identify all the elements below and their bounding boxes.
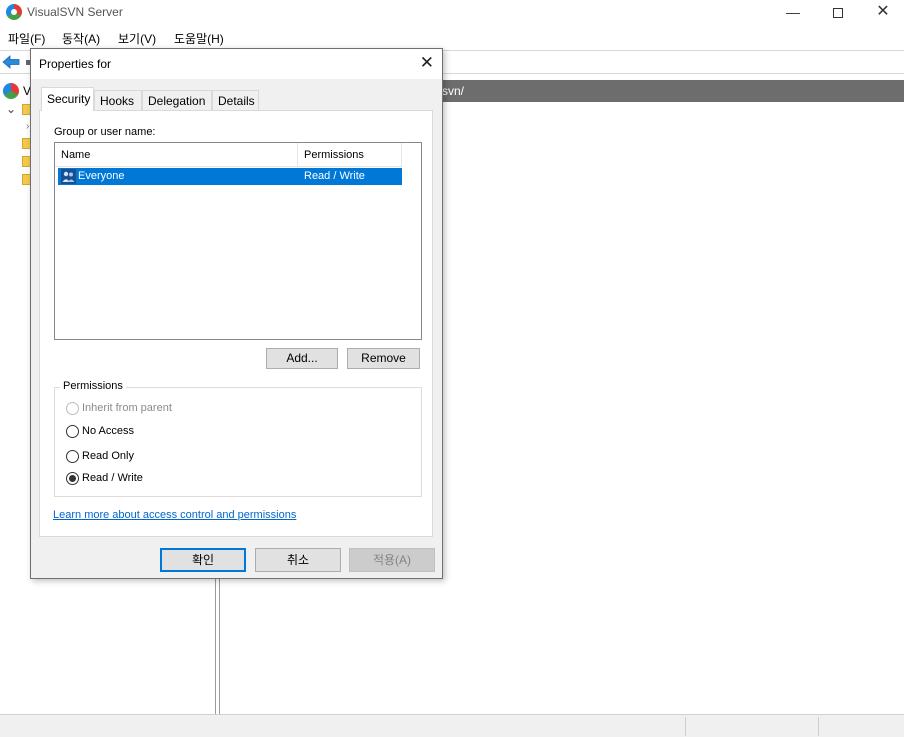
collapse-arrow-icon[interactable]: › bbox=[26, 121, 29, 132]
list-item[interactable]: Everyone Read / Write bbox=[58, 168, 402, 185]
content-path: svn/ bbox=[442, 84, 465, 98]
learn-more-link[interactable]: Learn more about access control and perm… bbox=[53, 509, 296, 521]
tab-details[interactable]: Details bbox=[212, 90, 259, 111]
menu-action[interactable]: 동작(A) bbox=[62, 30, 100, 47]
dialog-title: Properties for bbox=[39, 57, 112, 71]
apply-button: 적용(A) bbox=[349, 548, 435, 572]
server-icon bbox=[3, 83, 19, 99]
add-button[interactable]: Add... bbox=[266, 348, 338, 369]
radio-label[interactable]: Read Only bbox=[82, 450, 134, 462]
tab-delegation[interactable]: Delegation bbox=[142, 90, 212, 111]
maximize-button[interactable] bbox=[815, 0, 861, 26]
radio-button[interactable] bbox=[66, 425, 79, 438]
cancel-button[interactable]: 취소 bbox=[255, 548, 341, 572]
properties-dialog: Properties for ✕ Security Hooks Delegati… bbox=[30, 48, 443, 579]
list-item-permission: Read / Write bbox=[304, 170, 365, 182]
expand-chevron-icon[interactable]: ⌄ bbox=[6, 102, 16, 116]
menu-view[interactable]: 보기(V) bbox=[118, 30, 156, 47]
minimize-button[interactable]: — bbox=[770, 0, 816, 26]
status-bar bbox=[0, 714, 904, 737]
radio-button[interactable] bbox=[66, 472, 79, 485]
dialog-titlebar: Properties for ✕ bbox=[31, 49, 442, 79]
close-window-button[interactable]: ✕ bbox=[860, 0, 904, 26]
radio-label[interactable]: No Access bbox=[82, 425, 134, 437]
list-header: Name Permissions bbox=[55, 143, 402, 167]
remove-button[interactable]: Remove bbox=[347, 348, 420, 369]
menu-file[interactable]: 파일(F) bbox=[8, 30, 45, 47]
tab-hooks[interactable]: Hooks bbox=[94, 90, 142, 111]
security-tab-panel: Group or user name: Name Permissions Eve… bbox=[39, 110, 433, 537]
tab-security[interactable]: Security bbox=[41, 87, 94, 111]
maximize-icon bbox=[833, 8, 843, 19]
radio-label[interactable]: Read / Write bbox=[82, 472, 143, 484]
permissions-group: Permissions Inherit from parent No Acces… bbox=[54, 380, 422, 497]
content-header-bar: svn/ bbox=[442, 80, 904, 102]
status-divider bbox=[818, 717, 819, 736]
menu-help[interactable]: 도움말(H) bbox=[174, 30, 224, 47]
group-or-user-label: Group or user name: bbox=[54, 126, 156, 138]
status-divider bbox=[685, 717, 686, 736]
column-header-permissions[interactable]: Permissions bbox=[298, 143, 402, 167]
permissions-group-title: Permissions bbox=[60, 380, 126, 392]
column-header-name[interactable]: Name bbox=[55, 143, 298, 167]
radio-label: Inherit from parent bbox=[82, 402, 172, 414]
list-item-name: Everyone bbox=[78, 170, 125, 182]
window-titlebar: VisualSVN Server — ✕ bbox=[0, 0, 904, 26]
user-group-icon bbox=[61, 169, 76, 184]
radio-button[interactable] bbox=[66, 450, 79, 463]
users-list[interactable]: Name Permissions Everyone Read / Write bbox=[54, 142, 422, 340]
window-title: VisualSVN Server bbox=[27, 5, 123, 19]
ok-button[interactable]: 확인 bbox=[160, 548, 246, 572]
visualsvn-logo-icon bbox=[6, 4, 22, 20]
radio-button bbox=[66, 402, 79, 415]
dialog-close-button[interactable]: ✕ bbox=[420, 53, 434, 73]
back-arrow-icon[interactable] bbox=[2, 55, 20, 69]
